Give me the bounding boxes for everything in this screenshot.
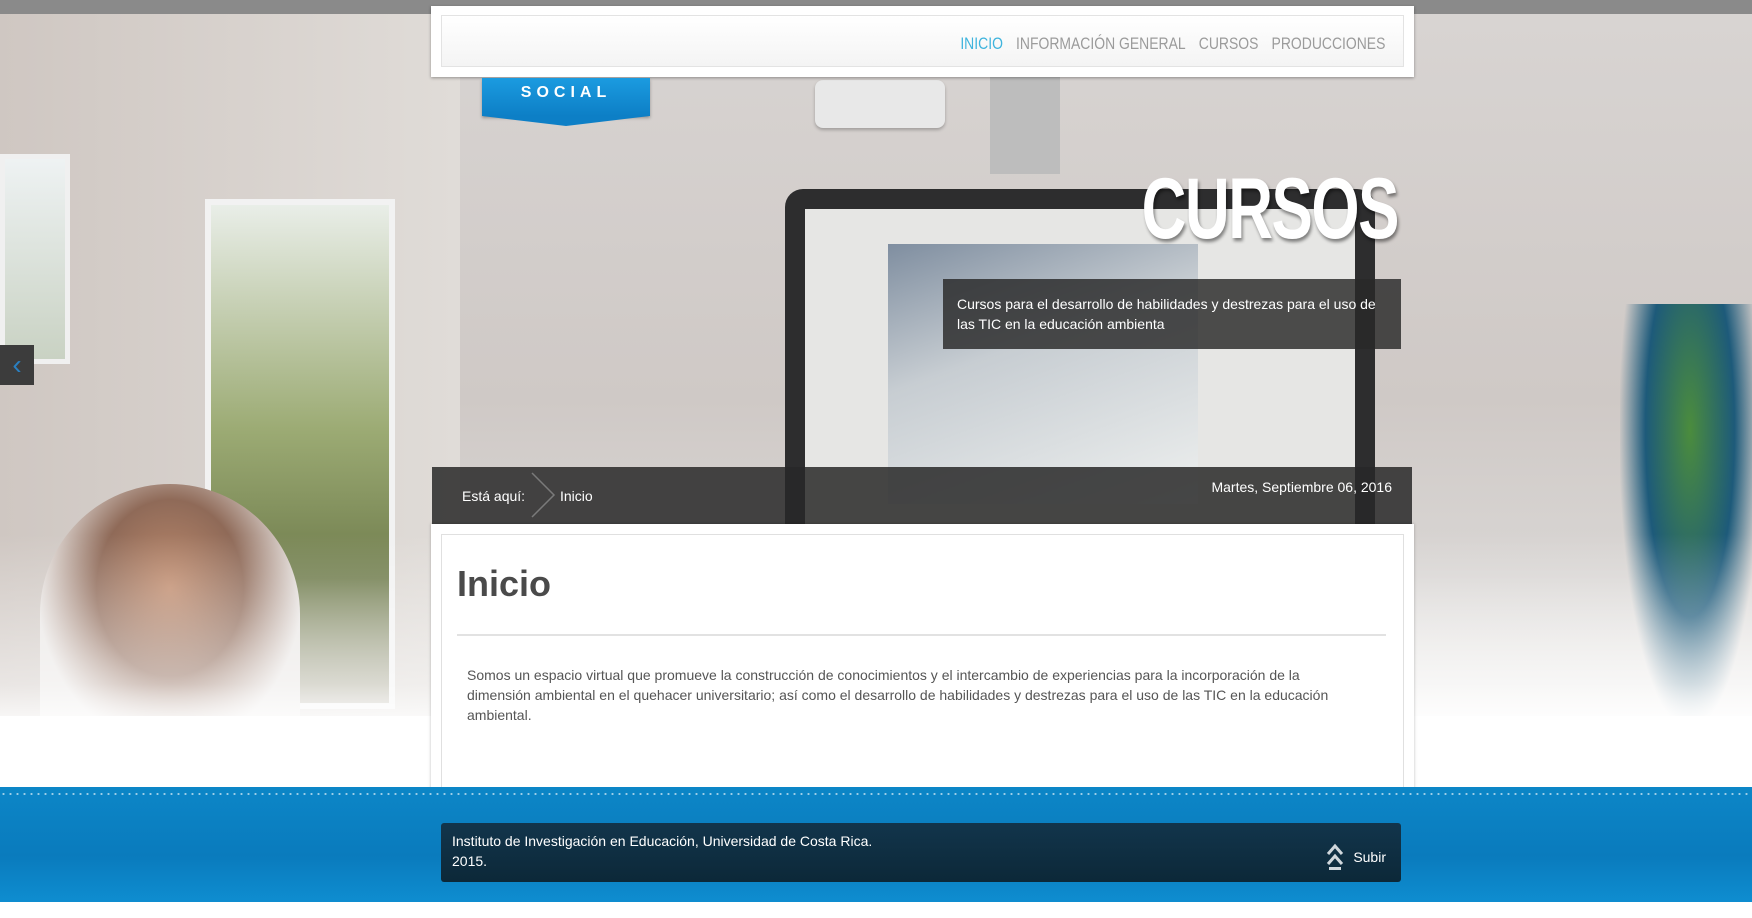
back-to-top-label: Subir — [1353, 849, 1386, 865]
header: INICIO INFORMACIÓN GENERAL CURSOS PRODUC… — [431, 6, 1414, 77]
slide-title: CURSOS — [1141, 161, 1400, 257]
slider-prev-button[interactable]: ‹ — [0, 345, 34, 385]
hero-photo-window — [0, 154, 70, 364]
breadcrumb: Está aquí: Inicio Martes, Septiembre 06,… — [432, 467, 1412, 524]
main-nav: INICIO INFORMACIÓN GENERAL CURSOS PRODUC… — [960, 34, 1385, 54]
footer-dotted-line — [0, 793, 1752, 795]
social-ribbon-label: SOCIAL — [520, 84, 612, 101]
back-to-top-button[interactable]: Subir — [1325, 842, 1386, 872]
social-ribbon[interactable]: SOCIAL — [482, 78, 650, 126]
nav-item-cursos[interactable]: CURSOS — [1198, 34, 1258, 54]
breadcrumb-label: Está aquí: — [462, 488, 526, 504]
header-inner: INICIO INFORMACIÓN GENERAL CURSOS PRODUC… — [441, 15, 1404, 67]
double-chevron-up-icon — [1327, 843, 1344, 870]
hero-photo-projector — [815, 80, 945, 128]
breadcrumb-item-inicio[interactable]: Inicio — [560, 488, 593, 504]
article: Inicio Somos un espacio virtual que prom… — [441, 534, 1404, 798]
footer-institution: Instituto de Investigación en Educación,… — [452, 833, 873, 849]
title-divider — [457, 634, 1386, 636]
nav-item-informacion-general[interactable]: INFORMACIÓN GENERAL — [1016, 34, 1186, 54]
nav-item-producciones[interactable]: PRODUCCIONES — [1271, 34, 1385, 54]
footer-box: Instituto de Investigación en Educación,… — [441, 823, 1401, 882]
intro-text: Somos un espacio virtual que promueve la… — [467, 667, 1329, 723]
breadcrumb-separator-icon — [531, 472, 556, 518]
chevron-left-icon: ‹ — [12, 349, 22, 380]
current-date: Martes, Septiembre 06, 2016 — [1211, 479, 1392, 495]
hero-photo-projector-mount — [990, 74, 1060, 174]
slide-caption: Cursos para el desarrollo de habilidades… — [943, 279, 1401, 349]
footer: Instituto de Investigación en Educación,… — [0, 787, 1752, 902]
footer-credits: Instituto de Investigación en Educación,… — [452, 831, 872, 871]
main-content: Inicio Somos un espacio virtual que prom… — [431, 524, 1414, 808]
footer-year: 2015. — [452, 853, 488, 869]
page-title: Inicio — [457, 563, 552, 604]
nav-item-inicio[interactable]: INICIO — [960, 34, 1003, 54]
